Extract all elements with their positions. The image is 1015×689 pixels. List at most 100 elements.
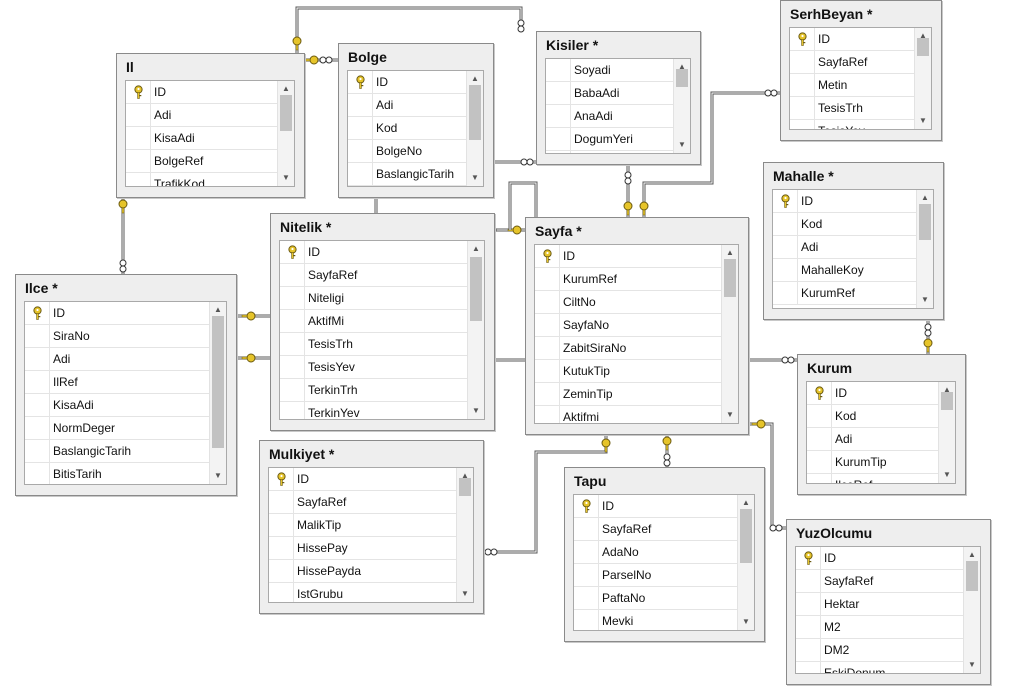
column-row[interactable]: BabaAdi [546,82,673,105]
scroll-thumb[interactable] [459,478,471,496]
scroll-up-icon[interactable]: ▲ [722,247,738,259]
row-selector[interactable] [126,127,151,149]
column-row[interactable]: Kod [348,117,466,140]
row-selector[interactable] [574,541,599,563]
table-title[interactable]: Ilce * [25,280,58,296]
row-selector[interactable] [790,28,815,50]
table-ilce[interactable]: Ilce * ID SiraNo Adi IlRef KisaAdi NormDeger Ba… [15,274,237,496]
column-row[interactable]: DogumYeri [546,128,673,151]
column-row[interactable]: IstGrubu [269,583,456,602]
vertical-scrollbar[interactable]: ▲ ▼ [456,468,473,602]
row-selector[interactable] [773,236,798,258]
vertical-scrollbar[interactable]: ▲ ▼ [209,302,226,484]
row-selector[interactable] [807,382,832,404]
row-selector[interactable] [773,259,798,281]
row-selector[interactable] [790,74,815,96]
column-row[interactable]: Adi [25,348,209,371]
column-list[interactable]: ID SiraNo Adi IlRef KisaAdi NormDeger Baslangi… [24,301,227,485]
row-selector[interactable] [269,560,294,582]
column-row[interactable]: Metin [790,74,914,97]
column-row[interactable]: TerkinYev [280,402,467,419]
column-row[interactable]: ID [790,28,914,51]
scroll-up-icon[interactable]: ▲ [210,304,226,316]
column-row[interactable]: HissePayda [269,560,456,583]
row-selector[interactable] [546,151,571,153]
column-row[interactable]: Mevki [574,610,737,630]
column-row[interactable]: ID [269,468,456,491]
column-list[interactable]: Soyadi BabaAdi AnaAdi DogumYeri DogumTarih▲▼ [545,58,691,154]
column-row[interactable]: BolgeRef [126,150,277,173]
table-mahalle[interactable]: Mahalle * ID Kod Adi MahalleKoy KurumRef ▲ ▼ [763,162,944,320]
column-row[interactable]: DogumTarih [546,151,673,153]
row-selector[interactable] [269,491,294,513]
column-row[interactable]: ID [126,81,277,104]
column-row[interactable]: SayfaRef [796,570,963,593]
column-row[interactable]: ZabitSiraNo [535,337,721,360]
row-selector[interactable] [25,417,50,439]
row-selector[interactable] [535,383,560,405]
row-selector[interactable] [25,325,50,347]
scroll-down-icon[interactable]: ▼ [939,469,955,481]
scroll-thumb[interactable] [941,392,953,410]
column-list[interactable]: ID SayfaRef Hektar M2 DM2 EskiDonum ▲ ▼ [795,546,981,674]
scroll-down-icon[interactable]: ▼ [674,139,690,151]
scroll-down-icon[interactable]: ▼ [210,470,226,482]
row-selector[interactable] [348,117,373,139]
row-selector[interactable] [280,264,305,286]
table-yuzolcumu[interactable]: YuzOlcumu ID SayfaRef Hektar M2 DM2 EskiDonum ▲… [786,519,991,685]
table-il[interactable]: Il ID Adi KisaAdi BolgeRef TrafikKod ▲ ▼ [116,53,305,198]
column-row[interactable]: TesisTrh [280,333,467,356]
row-selector[interactable] [546,128,571,150]
vertical-scrollbar[interactable]: ▲ ▼ [673,59,690,153]
row-selector[interactable] [773,213,798,235]
column-list[interactable]: ID KurumRef CiltNo SayfaNo ZabitSiraNo KutukT… [534,244,739,424]
row-selector[interactable] [280,379,305,401]
column-row[interactable]: SiraNo [25,325,209,348]
column-list[interactable]: ID Kod Adi MahalleKoy KurumRef ▲ ▼ [772,189,934,309]
column-row[interactable]: ID [796,547,963,570]
row-selector[interactable] [574,587,599,609]
column-row[interactable]: Soyadi [546,59,673,82]
scroll-down-icon[interactable]: ▼ [467,172,483,184]
row-selector[interactable] [126,173,151,186]
column-row[interactable]: KisaAdi [25,394,209,417]
scroll-thumb[interactable] [740,509,752,563]
row-selector[interactable] [535,291,560,313]
column-row[interactable]: MahalleKoy [773,259,916,282]
scroll-thumb[interactable] [212,316,224,448]
scroll-down-icon[interactable]: ▼ [278,172,294,184]
column-list[interactable]: ID SayfaRef Niteligi AktifMi TesisTrh TesisYe… [279,240,485,420]
column-row[interactable]: BitisTarih [25,463,209,484]
row-selector[interactable] [773,190,798,212]
table-bolge[interactable]: Bolge ID Adi Kod BolgeNo BaslangicTarih ▲ ▼ [338,43,494,198]
column-row[interactable]: Aktifmi [535,406,721,423]
scroll-up-icon[interactable]: ▲ [278,83,294,95]
row-selector[interactable] [574,564,599,586]
column-row[interactable]: ID [280,241,467,264]
row-selector[interactable] [269,468,294,490]
column-row[interactable]: ID [773,190,916,213]
row-selector[interactable] [574,610,599,630]
column-row[interactable]: BolgeNo [348,140,466,163]
vertical-scrollbar[interactable]: ▲ ▼ [277,81,294,186]
table-nitelik[interactable]: Nitelik * ID SayfaRef Niteligi AktifMi TesisT… [270,213,495,431]
column-row[interactable]: AdaNo [574,541,737,564]
scroll-up-icon[interactable]: ▲ [917,192,933,204]
table-title[interactable]: Il [126,59,134,75]
scroll-down-icon[interactable]: ▼ [915,115,931,127]
column-row[interactable]: Kod [773,213,916,236]
row-selector[interactable] [25,371,50,393]
vertical-scrollbar[interactable]: ▲ ▼ [466,71,483,186]
column-row[interactable]: Adi [807,428,938,451]
table-title[interactable]: Bolge [348,49,387,65]
table-title[interactable]: Mulkiyet * [269,446,334,462]
table-title[interactable]: Kisiler * [546,37,598,53]
column-row[interactable]: Adi [773,236,916,259]
row-selector[interactable] [807,474,832,483]
column-row[interactable]: EskiDonum [796,662,963,673]
table-title[interactable]: Kurum [807,360,852,376]
row-selector[interactable] [535,314,560,336]
row-selector[interactable] [348,140,373,162]
table-kurum[interactable]: Kurum ID Kod Adi KurumTip IlceRef ▲▼ [797,354,966,495]
row-selector[interactable] [269,583,294,602]
